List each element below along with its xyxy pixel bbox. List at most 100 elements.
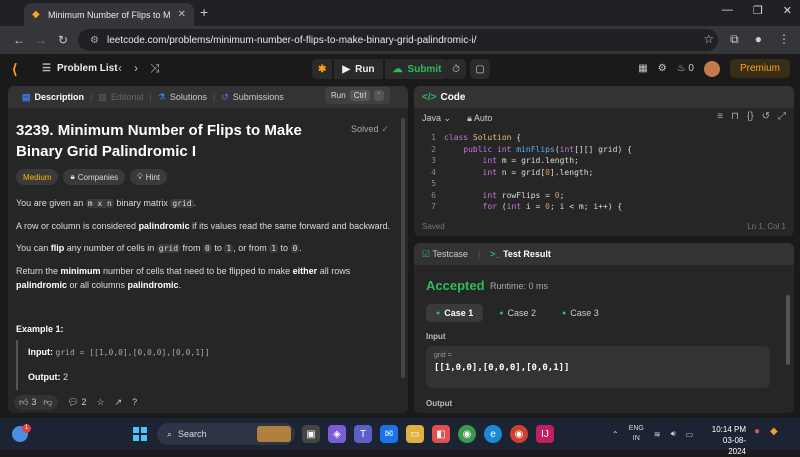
bookmark-star-icon[interactable]: ☆ [703,32,714,47]
streak-counter[interactable]: ♨ 0 [677,63,694,74]
extensions-icon[interactable]: ⧉ [730,32,739,47]
input-var-value: [[1,0,0],[0,0,0],[0,0,1]] [434,363,570,373]
edge-icon[interactable]: e [484,425,502,443]
tab-description[interactable]: ▤ Description [16,92,90,103]
wifi-icon[interactable]: ≋ [654,430,661,439]
thumbs-up-icon[interactable]: 👍︎ [19,397,28,408]
taskbar-search[interactable]: ⌕ Search [157,423,295,445]
prev-problem-icon[interactable]: ‹ [118,61,122,76]
next-problem-icon[interactable]: › [134,61,138,76]
auto-mode-toggle[interactable]: 🔒︎ Auto [467,113,492,124]
mail-icon[interactable]: ✉ [380,425,398,443]
shuffle-icon[interactable]: ⤨ [150,61,160,76]
tab-submissions[interactable]: ↺ Submissions [215,92,290,103]
tab-testcase[interactable]: ☑ Testcase [422,249,468,260]
bookmark-icon[interactable]: ⊓ [731,111,739,122]
code-line[interactable]: 1 class Solution { [414,132,794,144]
comments-button[interactable]: 💬︎ 2 [68,397,87,408]
browser-tab[interactable]: ◆ Minimum Number of Flips to M ✕ [24,3,194,26]
thumbs-down-icon[interactable]: 👎︎ [43,397,52,408]
pass-dot-icon: ● [562,309,567,317]
check-circle-icon: ✓ [381,124,390,134]
format-icon[interactable]: ≡ [717,111,723,122]
help-icon[interactable]: ? [132,397,137,407]
solved-label: Solved [351,124,379,134]
teams-icon[interactable]: T [354,425,372,443]
tab-title: Minimum Number of Flips to M [48,9,171,20]
windows-start-icon[interactable] [133,427,147,441]
close-window-icon[interactable]: ✕ [783,4,792,17]
site-info-icon[interactable]: ⚙ [90,35,99,46]
settings-gear-icon[interactable]: ⚙ [658,63,667,74]
description-panel: ▤ Description | ▥ Editorial | ⚗ Solutions |… [8,86,408,413]
example-input-label: Input: [28,347,53,357]
task-view-icon[interactable]: ▣ [302,425,320,443]
tray-overflow-icon[interactable]: ⌃ [612,430,619,439]
chrome-icon[interactable]: ◉ [458,425,476,443]
profile-icon[interactable]: ● [755,32,762,47]
book-icon: ▥ [98,91,107,102]
chrome-active-icon[interactable]: ◉ [510,425,528,443]
minimize-icon[interactable]: — [722,4,733,17]
code-line[interactable]: 5 [414,178,794,190]
clock[interactable]: 10:14 PM 03-08-2024 [706,424,746,457]
language-select[interactable]: Java ⌄ [422,113,451,124]
input-box[interactable]: grid = [[1,0,0],[0,0,0],[0,0,1]] [426,346,770,388]
code-line[interactable]: 6 int rowFlips = 0; [414,190,794,202]
reload-icon[interactable]: ↻ [52,33,74,47]
submit-button[interactable]: ☁ Submit [384,59,450,79]
timer-icon[interactable]: ⏱ [446,59,466,79]
braces-icon[interactable]: {} [747,111,754,122]
case-tab-2[interactable]: ● Case 2 [489,304,546,322]
color-icon[interactable]: ◆ [770,426,778,437]
new-tab-icon[interactable]: + [200,4,208,20]
premium-button[interactable]: Premium [729,59,790,78]
code-footer: Saved Ln 1, Col 1 [422,222,786,231]
forward-icon[interactable]: → [30,33,52,47]
code-line[interactable]: 2 public int minFlips(int[][] grid) { [414,144,794,156]
case-tab-3[interactable]: ● Case 3 [552,304,609,322]
close-tab-icon[interactable]: ✕ [178,9,186,20]
result-scrollbar[interactable] [786,267,791,407]
reset-icon[interactable]: ↺ [762,111,770,122]
example-block: Input: grid = [[1,0,0],[0,0,0],[0,0,1]] … [16,340,396,390]
copilot-icon[interactable]: ◈ [328,425,346,443]
volume-icon[interactable]: 🔊︎ [671,429,676,439]
restore-icon[interactable]: ❐ [753,4,763,17]
back-icon[interactable]: ← [8,33,30,47]
code-line[interactable]: 3 int m = grid.length; [414,155,794,167]
star-icon[interactable]: ☆ [97,397,105,408]
problem-list-button[interactable]: ☰ Problem List [42,63,118,74]
layout-icon[interactable]: ▦ [638,63,647,74]
hint-badge[interactable]: 💡︎ Hint [130,169,168,185]
companies-badge[interactable]: 🔒︎ Companies [63,169,126,185]
description-scrollbar[interactable] [400,110,406,390]
difficulty-badge[interactable]: Medium [16,169,59,185]
leetcode-logo-icon[interactable]: ⟨ [12,61,17,78]
debug-button[interactable]: ✱ [312,59,333,79]
fullscreen-icon[interactable]: ⤢ [778,111,786,122]
p3-text-f: , or from [233,243,270,253]
avatar[interactable] [703,60,720,77]
code-editor[interactable]: 1 class Solution {2 public int minFlips(i… [414,132,794,213]
battery-icon[interactable]: ▭ [686,430,694,439]
language-indicator[interactable]: ENG IN [629,424,644,444]
code-line[interactable]: 7 for (int i = 0; i < m; i++) { [414,201,794,213]
intellij-icon[interactable]: IJ [536,425,554,443]
url-input[interactable]: ⚙ leetcode.com/problems/minimum-number-o… [78,29,718,51]
menu-icon[interactable]: ⋮ [778,32,790,47]
widgets-button[interactable]: 1 [10,424,31,444]
tab-test-result[interactable]: >_ Test Result [490,249,551,259]
case-tab-1[interactable]: ● Case 1 [426,304,484,322]
page-title[interactable]: 3239. Minimum Number of Flips to Make Bi… [16,120,336,162]
tab-editorial[interactable]: ▥ Editorial [92,92,149,103]
tab-solutions[interactable]: ⚗ Solutions [152,92,213,103]
run-button[interactable]: ▶ Run [334,59,383,79]
notification-bell-icon[interactable]: ● [754,426,760,437]
code-line[interactable]: 4 int n = grid[0].length; [414,167,794,179]
tab-submissions-label: Submissions [232,92,284,102]
notes-icon[interactable]: ▢ [470,59,490,79]
store-icon[interactable]: ◧ [432,425,450,443]
share-icon[interactable]: ↗ [115,397,123,408]
file-explorer-icon[interactable]: ▭ [406,425,424,443]
